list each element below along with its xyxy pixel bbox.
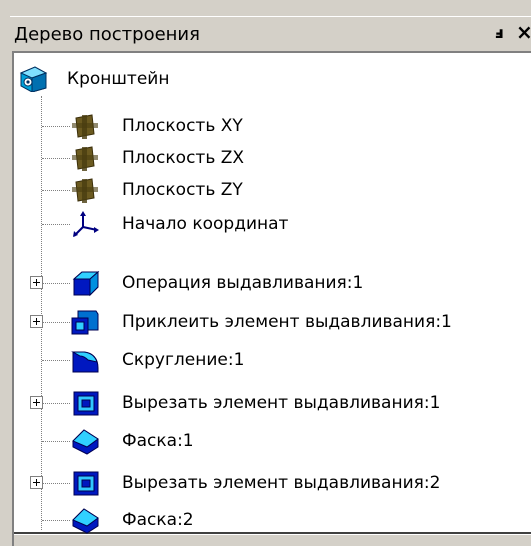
tree-item-fillet-1[interactable]: Скругление:1 xyxy=(0,345,531,377)
pin-icon[interactable]: ⅎ xyxy=(495,23,504,42)
tree-item-origin[interactable]: Начало координат xyxy=(0,209,531,241)
chamfer-icon xyxy=(72,429,99,455)
chamfer-icon xyxy=(72,508,99,534)
tree-item-label: Вырезать элемент выдавливания:1 xyxy=(122,393,441,413)
tree-item-label: Вырезать элемент выдавливания:2 xyxy=(122,473,441,493)
tree-item-label: Скругление:1 xyxy=(122,350,245,370)
plane-icon xyxy=(72,146,98,171)
panel-title: Дерево построения xyxy=(14,24,200,45)
tree-branch-line xyxy=(42,441,70,442)
plane-icon xyxy=(72,178,98,203)
part-icon xyxy=(19,66,48,92)
tree-item-label: Приклеить элемент выдавливания:1 xyxy=(122,312,452,332)
extrude-icon xyxy=(72,270,100,297)
tree-root[interactable]: Кронштейн xyxy=(0,64,531,96)
tree-item-plane-zx[interactable]: Плоскость ZX xyxy=(0,143,531,175)
tree-branch-line xyxy=(42,403,70,404)
tree-branch-line xyxy=(42,360,70,361)
expand-toggle[interactable] xyxy=(30,476,43,489)
panel-title-bar: Дерево построения ⅎ × xyxy=(10,16,531,51)
expand-toggle[interactable] xyxy=(30,276,43,289)
tree-item-label: Плоскость XY xyxy=(122,116,243,136)
tree-item-cut-extrude-1[interactable]: Вырезать элемент выдавливания:1 xyxy=(0,388,531,420)
tree-item-cut-extrude-2[interactable]: Вырезать элемент выдавливания:2 xyxy=(0,468,531,500)
tree-branch-line xyxy=(42,158,70,159)
tree-branch-line xyxy=(42,283,70,284)
cut-extrude-icon xyxy=(73,471,99,496)
expand-toggle[interactable] xyxy=(30,315,43,328)
tree-item-label: Фаска:1 xyxy=(122,431,194,451)
tree-item-boss-extrude-1[interactable]: Приклеить элемент выдавливания:1 xyxy=(0,307,531,339)
tree-item-label: Начало координат xyxy=(122,214,289,234)
fillet-icon xyxy=(71,351,99,373)
origin-axes-icon xyxy=(73,211,99,237)
tree-item-label: Плоскость ZY xyxy=(122,180,243,200)
tree-branch-line xyxy=(42,520,70,521)
tree-item-label: Плоскость ZX xyxy=(122,148,245,168)
tree-item-chamfer-2[interactable]: Фаска:2 xyxy=(0,505,531,537)
tree-item-plane-xy[interactable]: Плоскость XY xyxy=(0,111,531,143)
expand-toggle[interactable] xyxy=(30,396,43,409)
boss-extrude-icon xyxy=(71,310,99,335)
tree-item-label: Операция выдавливания:1 xyxy=(122,273,364,293)
tree-item-chamfer-1[interactable]: Фаска:1 xyxy=(0,426,531,458)
cut-extrude-icon xyxy=(73,391,99,416)
tree-branch-line xyxy=(42,126,70,127)
close-icon[interactable]: × xyxy=(516,20,531,44)
plane-icon xyxy=(72,114,98,139)
tree-branch-line xyxy=(42,483,70,484)
tree-root-label: Кронштейн xyxy=(67,69,170,89)
tree-branch-line xyxy=(42,190,70,191)
tree-branch-line xyxy=(42,224,70,225)
tree-item-extrude-1[interactable]: Операция выдавливания:1 xyxy=(0,268,531,300)
tree-item-plane-zy[interactable]: Плоскость ZY xyxy=(0,175,531,207)
tree-branch-line xyxy=(42,322,70,323)
tree-item-label: Фаска:2 xyxy=(122,510,194,530)
